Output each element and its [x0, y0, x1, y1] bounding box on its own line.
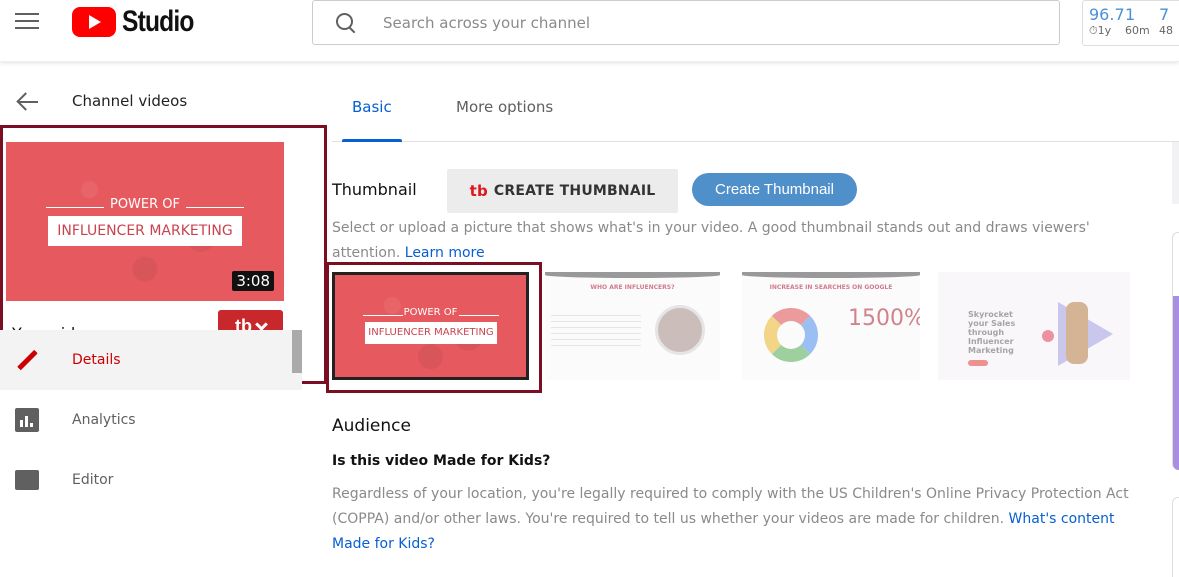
nav-label: Editor	[72, 472, 114, 488]
video-duration: 3:08	[232, 271, 274, 291]
chevron-down-icon	[255, 317, 268, 331]
thumbnail-option-1[interactable]: POWER OF INFLUENCER MARKETING	[332, 272, 529, 380]
video-preview-purple	[1173, 296, 1179, 470]
tubebuddy-create-thumbnail-button[interactable]: tb CREATE THUMBNAIL	[447, 169, 678, 213]
thumbnail-section-title: Thumbnail	[332, 180, 417, 199]
nav-item-details[interactable]: Details	[0, 330, 302, 390]
stat-value: 96.7	[1089, 5, 1125, 24]
youtube-studio-logo[interactable]: Studio	[72, 5, 209, 38]
stat-label: 60m	[1125, 24, 1150, 37]
analytics-icon	[15, 408, 39, 432]
thumb-heading: Skyrocket your Sales through Influencer …	[968, 310, 1016, 355]
thumb-line2: INFLUENCER MARKETING	[365, 322, 497, 344]
search-icon[interactable]	[335, 12, 357, 34]
video-nav: Details Analytics Editor	[0, 330, 302, 510]
search-box[interactable]	[312, 0, 1060, 45]
made-for-kids-question: Is this video Made for Kids?	[332, 453, 551, 469]
stat-value: 7	[1159, 5, 1170, 24]
menu-icon[interactable]	[15, 13, 39, 31]
google-logo-icon	[764, 308, 818, 362]
youtube-play-icon	[72, 7, 116, 37]
back-arrow-icon[interactable]	[16, 92, 38, 112]
channel-videos-label[interactable]: Channel videos	[72, 92, 187, 110]
influencer-avatar-image	[655, 305, 705, 355]
thumb-heading: INCREASE IN SEARCHES ON GOOGLE	[769, 284, 893, 291]
thumbnail-option-3[interactable]: INCREASE IN SEARCHES ON GOOGLE 1500%	[742, 272, 920, 380]
tab-more-options[interactable]: More options	[456, 98, 553, 116]
pencil-icon	[15, 348, 39, 372]
nav-item-editor[interactable]: Editor	[0, 450, 302, 510]
learn-more-link[interactable]: Learn more	[405, 245, 485, 261]
channel-stats-widget[interactable]: 96.7 1 7 ⏱1y 60m 48	[1082, 0, 1179, 46]
thumb-stat: 1500%	[848, 306, 920, 331]
thumb-line2: INFLUENCER MARKETING	[48, 216, 242, 246]
made-for-kids-description: Regardless of your location, you're lega…	[332, 486, 1129, 552]
thumb-line1: POWER OF	[403, 307, 458, 318]
nav-label: Details	[72, 352, 121, 368]
tubebuddy-icon: tb	[469, 182, 488, 200]
thumbnail-option-4[interactable]: Skyrocket your Sales through Influencer …	[938, 272, 1130, 380]
audience-section-title: Audience	[332, 416, 411, 436]
logo-text: Studio	[122, 5, 194, 38]
video-thumbnail[interactable]: POWER OF INFLUENCER MARKETING 3:08	[6, 142, 284, 301]
active-tab-indicator	[342, 139, 402, 142]
thumbnail-description: Select or upload a picture that shows wh…	[332, 220, 1090, 261]
timer-icon: ⏱	[1089, 24, 1098, 37]
thumbnail-option-2[interactable]: WHO ARE INFLUENCERS?	[545, 272, 720, 380]
tab-bar: Basic More options	[332, 80, 1179, 142]
stat-value: 1	[1125, 5, 1136, 24]
nav-label: Analytics	[72, 412, 136, 428]
tab-basic[interactable]: Basic	[352, 98, 392, 116]
clapperboard-icon	[15, 470, 39, 490]
person-image	[1066, 302, 1088, 364]
top-header: Studio 96.7 1 7 ⏱1y 60m 48	[0, 0, 1179, 62]
stat-label: 48	[1159, 24, 1173, 37]
right-edge-panel	[1172, 142, 1179, 204]
button-label: CREATE THUMBNAIL	[493, 183, 656, 199]
create-thumbnail-button[interactable]: Create Thumbnail	[692, 173, 857, 206]
sidebar-scrollbar[interactable]	[292, 330, 302, 373]
right-info-panel	[1172, 497, 1179, 577]
search-input[interactable]	[383, 13, 983, 32]
nav-item-analytics[interactable]: Analytics	[0, 390, 302, 450]
stat-label: ⏱1y	[1089, 24, 1112, 37]
thumb-line1: POWER OF	[109, 197, 180, 212]
thumb-heading: WHO ARE INFLUENCERS?	[590, 284, 675, 291]
